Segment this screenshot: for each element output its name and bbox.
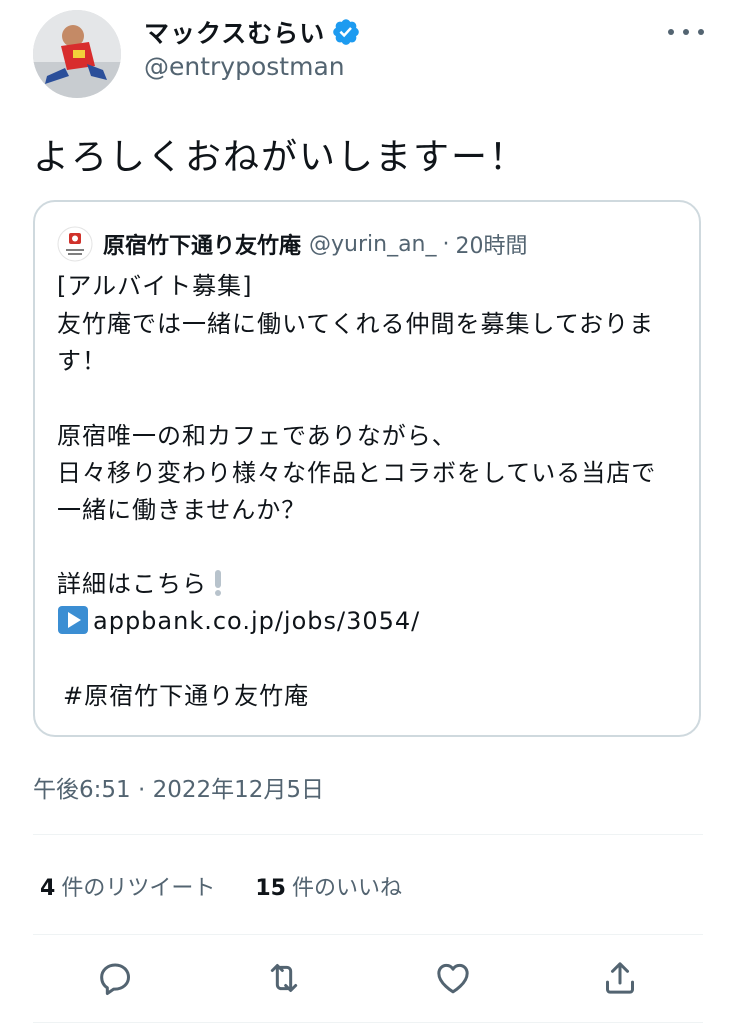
author-avatar[interactable] <box>33 10 121 98</box>
verified-badge-icon <box>333 19 360 45</box>
retweet-label: 件のリツイート <box>61 876 216 901</box>
like-count: 15 <box>255 876 286 901</box>
quoted-tweet[interactable]: 原宿竹下通り友竹庵 @yurin_an_ · 20時間 [アルバイト募集] 友竹… <box>33 200 701 737</box>
quoted-text-line: 友竹庵では一緒に働いてくれる仲間を募集しておりま <box>57 310 655 338</box>
more-horizontal-icon[interactable] <box>668 20 704 44</box>
reply-icon[interactable] <box>95 958 135 998</box>
share-icon[interactable] <box>600 958 640 998</box>
divider <box>33 1022 703 1023</box>
author-display-name[interactable]: マックスむらい <box>144 14 325 50</box>
tweet-text: よろしくおねがいしますー！ <box>33 137 528 178</box>
tweet-stats: 4 件のリツイート 15 件のいいね <box>40 870 442 902</box>
quoted-text-line: 日々移り変わり様々な作品とコラボをしている当店で <box>57 459 657 487</box>
quoted-text-line: す！ <box>57 347 107 375</box>
author-handle[interactable]: @entrypostman <box>144 52 345 81</box>
quoted-author-avatar[interactable] <box>57 226 93 262</box>
author-name-row[interactable]: マックスむらい <box>144 14 361 50</box>
like-label: 件のいいね <box>291 876 402 901</box>
quoted-text-line: 原宿唯一の和カフェでありながら、 <box>57 422 457 450</box>
hashtag[interactable]: #原宿竹下通り友竹庵 <box>63 678 309 714</box>
like-count-stat[interactable]: 15 件のいいね <box>255 870 402 902</box>
quoted-text-line: [アルバイト募集] <box>57 272 253 300</box>
divider <box>33 834 703 835</box>
tweet-timestamp[interactable]: 午後6:51 · 2022年12月5日 <box>33 770 324 804</box>
tweet-header: マックスむらい @entrypostman <box>0 0 735 110</box>
quoted-text-line-link: appbank.co.jp/jobs/3054/ <box>57 603 420 639</box>
retweet-icon[interactable] <box>264 958 304 998</box>
more-dot <box>683 29 689 35</box>
retweet-count-stat[interactable]: 4 件のリツイート <box>40 870 215 902</box>
quoted-tweet-header: 原宿竹下通り友竹庵 @yurin_an_ · 20時間 <box>57 226 528 262</box>
quoted-author-name[interactable]: 原宿竹下通り友竹庵 <box>103 228 301 260</box>
more-dot <box>698 29 704 35</box>
tweet-actions <box>0 958 735 1002</box>
play-button-emoji-icon <box>58 606 88 634</box>
retweet-count: 4 <box>40 876 56 901</box>
quoted-author-handle[interactable]: @yurin_an_ <box>309 232 437 257</box>
heart-icon[interactable] <box>433 958 473 998</box>
separator-dot: · <box>442 231 450 257</box>
job-link[interactable]: appbank.co.jp/jobs/3054/ <box>93 607 420 635</box>
divider <box>33 934 703 935</box>
details-label: 詳細はこちら <box>57 570 207 598</box>
quoted-text-line: 一緒に働きませんか？ <box>57 496 307 524</box>
quoted-text-line-details: 詳細はこちら <box>57 566 225 602</box>
quoted-tweet-time[interactable]: 20時間 <box>456 228 528 260</box>
more-dot <box>668 29 674 35</box>
exclamation-emoji-icon <box>215 570 221 596</box>
